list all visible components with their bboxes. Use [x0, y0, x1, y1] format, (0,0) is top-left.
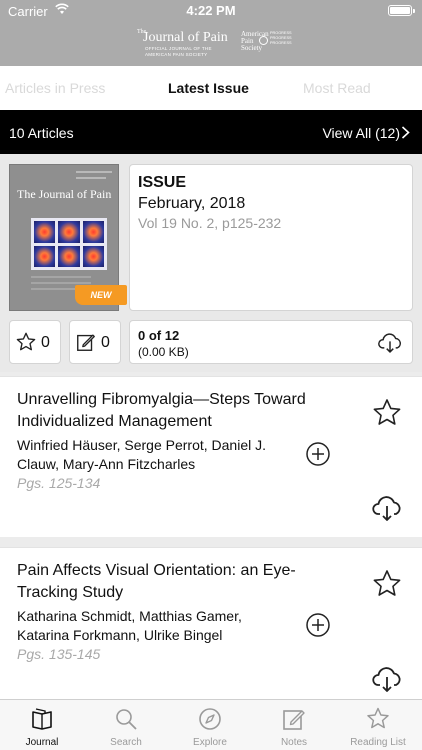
cover-figure-panel	[58, 245, 80, 267]
star-icon	[367, 707, 389, 729]
favorites-count: 0	[41, 334, 50, 351]
download-size: (0.00 KB)	[138, 345, 189, 359]
tab-reading-list[interactable]: Reading List	[336, 700, 420, 750]
cover-header-line	[76, 171, 112, 173]
article-title[interactable]: Pain Affects Visual Orientation: an Eye-…	[17, 560, 347, 604]
add-circle-icon[interactable]	[305, 441, 331, 467]
tab-label: Search	[110, 737, 142, 748]
tab-label: Explore	[193, 737, 227, 748]
compass-icon	[199, 708, 221, 730]
cloud-download-icon[interactable]	[371, 664, 403, 694]
journal-icon	[32, 708, 52, 730]
logo-journal-name: Journal of Pain	[143, 30, 228, 45]
tab-label: Reading List	[350, 737, 406, 748]
new-badge: NEW	[75, 285, 127, 305]
notes-icon	[283, 710, 305, 730]
article-authors: Winfried Häuser, Serge Perrot, Daniel J.…	[17, 437, 266, 472]
edit-note-icon	[77, 334, 95, 351]
logo-side-text: PROGRESS PROGRESS PROGRESS	[270, 31, 292, 45]
cover-title: The Journal of Pain	[17, 187, 112, 201]
cover-figure-panel	[58, 221, 80, 243]
chevron-right-icon[interactable]	[401, 126, 410, 139]
journal-logo: The Journal of Pain OFFICIAL JOURNAL OF …	[137, 28, 292, 60]
notes-count: 0	[101, 334, 110, 351]
tab-search[interactable]: Search	[84, 700, 168, 750]
star-icon[interactable]	[371, 568, 403, 600]
cover-figure	[31, 218, 107, 270]
tab-latest-issue[interactable]: Latest Issue	[168, 80, 249, 96]
article-pages: Pgs. 135-145	[17, 646, 101, 662]
issue-label: ISSUE	[138, 174, 187, 191]
tab-journal[interactable]: Journal	[0, 700, 84, 750]
logo-subtitle: OFFICIAL JOURNAL OF THE AMERICAN PAIN SO…	[145, 46, 212, 57]
notes-button[interactable]: 0	[69, 320, 121, 364]
society-emblem-icon	[259, 36, 268, 45]
star-icon	[16, 332, 36, 351]
status-time: 4:22 PM	[186, 3, 236, 18]
download-issue-button[interactable]: 0 of 12 (0.00 KB)	[129, 320, 413, 364]
issue-date: February, 2018	[138, 195, 246, 212]
issue-tabs: Articles in Press Latest Issue Most Read	[0, 66, 422, 110]
battery-icon	[388, 5, 415, 16]
article-title[interactable]: Unravelling Fibromyalgia—Steps Toward In…	[17, 389, 347, 433]
cover-header-line	[76, 177, 106, 179]
article-card[interactable]: Pain Affects Visual Orientation: an Eye-…	[0, 547, 422, 699]
cover-figure-panel	[82, 221, 104, 243]
cloud-download-icon[interactable]	[371, 493, 403, 523]
tab-notes[interactable]: Notes	[252, 700, 336, 750]
downloaded-count: 0 of 12	[138, 328, 180, 343]
article-pages: Pgs. 125-134	[17, 475, 101, 491]
star-icon[interactable]	[371, 397, 403, 429]
cover-figure-panel	[34, 221, 56, 243]
issue-info-card[interactable]: ISSUE February, 2018 Vol 19 No. 2, p125-…	[129, 164, 413, 311]
article-authors: Katharina Schmidt, Matthias Gamer, Katar…	[17, 608, 242, 643]
tab-label: Notes	[280, 737, 308, 748]
tab-articles-in-press[interactable]: Articles in Press	[5, 80, 105, 96]
tab-most-read[interactable]: Most Read	[303, 80, 371, 96]
cover-figure-panel	[82, 245, 104, 267]
cloud-download-icon	[378, 333, 401, 353]
tab-explore[interactable]: Explore	[168, 700, 252, 750]
search-icon	[116, 709, 137, 730]
view-all-link[interactable]: View All (12)	[322, 125, 400, 141]
article-card[interactable]: Unravelling Fibromyalgia—Steps Toward In…	[0, 376, 422, 536]
tab-label: Journal	[25, 737, 59, 748]
articles-count-bar: 10 Articles View All (12)	[0, 110, 422, 154]
issue-panel: The Journal of Pain NEW ISSUE February, …	[0, 154, 422, 372]
issue-volume: Vol 19 No. 2, p125-232	[138, 215, 282, 231]
cover-figure-panel	[34, 245, 56, 267]
favorites-button[interactable]: 0	[9, 320, 61, 364]
app-header: Carrier 4:22 PM The Journal of Pain OFFI…	[0, 0, 422, 66]
status-bar: Carrier 4:22 PM	[0, 0, 422, 22]
articles-count: 10 Articles	[9, 125, 74, 141]
add-circle-icon[interactable]	[305, 612, 331, 638]
section-divider	[0, 537, 422, 547]
bottom-tab-bar: Journal Search Explore Notes Reading Lis…	[0, 699, 422, 750]
